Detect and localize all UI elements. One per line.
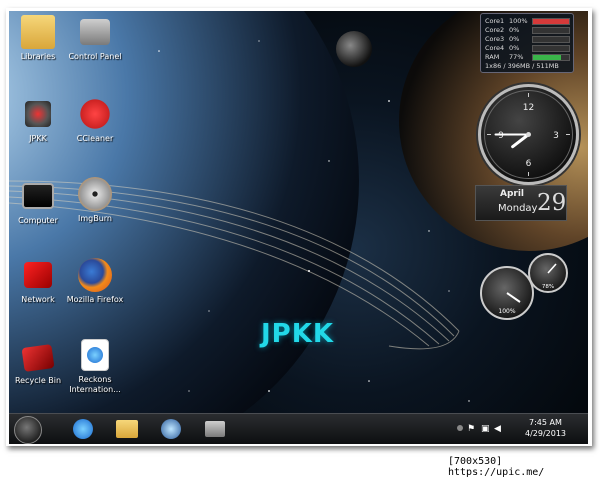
cpu-row-core2: Core2 0% [485,26,571,34]
cpu-row-core1: Core1 100% [485,17,571,25]
cpu-row-bar [532,36,570,43]
cpu-row-name: Core2 [485,26,505,34]
cpu-footer-text: 1x86 / 396MB / 511MB [485,62,559,70]
cpu-row-core3: Core3 0% [485,35,571,43]
desktop-icon-control-panel[interactable]: Control Panel [60,15,130,62]
cpu-row-value: 100% [509,17,528,25]
desktop-icon-firefox[interactable]: Mozilla Firefox [60,258,130,305]
desktop[interactable]: Libraries Control Panel JPKK CCleaner Co… [9,11,588,443]
clock-face: 12 3 6 9 [484,90,573,179]
cpu-row-value: 0% [509,35,520,43]
desktop-icon-ccleaner[interactable]: CCleaner [60,97,130,144]
clock-hour-hand [511,133,530,149]
internet-explorer-shortcut-icon [81,339,109,371]
desktop-icon-label: Reckons Internation... [69,375,121,394]
cpu-row-bar [532,18,570,25]
cpu-row-bar-fill [533,55,561,60]
cpu-row-value: 77% [509,53,524,61]
desktop-icon-label: ImgBurn [77,214,112,223]
cpu-row-name: Core4 [485,44,505,52]
cpu-row-ram: RAM 77% [485,53,571,61]
cpu-row-bar-fill [533,19,569,24]
taskbar-pin-control-panel[interactable] [195,417,235,441]
taskbar-clock-time[interactable]: 7:45 AM [529,418,562,427]
control-panel-icon [80,19,110,45]
calendar-day: 29 [537,190,567,216]
cpu-row-bar [532,27,570,34]
desktop-icon-label: CCleaner [76,134,114,143]
volume-icon[interactable]: ◀ [494,424,501,434]
imgburn-icon [78,177,112,211]
cpu-row-value: 0% [509,44,520,52]
wallpaper-jpkk-text: JPKK [261,319,335,349]
internet-explorer-icon [73,419,93,439]
desktop-icon-reckons-internation[interactable]: Reckons Internation... [60,337,130,395]
cpu-row-bar [532,45,570,52]
calendar-weekday: Monday [498,203,538,214]
taskbar-pin-media-player[interactable] [151,417,191,441]
ccleaner-icon [78,97,112,131]
taskbar-pin-explorer[interactable] [107,417,147,441]
cpu-meter-gadget[interactable]: 100% 78% [476,250,576,322]
ram-gauge-value: 78% [542,284,554,290]
cpu-row-name: RAM [485,53,500,61]
calendar-gadget[interactable]: April Monday 29 [475,185,567,221]
network-tray-icon[interactable]: ▣ [481,424,490,434]
small-moon [336,31,372,67]
firefox-icon [78,258,112,292]
taskbar-pin-internet-explorer[interactable] [63,417,103,441]
jpkk-app-icon [25,101,51,127]
control-panel-icon [205,421,225,437]
cpu-row-name: Core1 [485,17,505,25]
cpu-gauge-value: 100% [498,308,515,315]
action-center-flag-icon[interactable]: ⚑ [467,424,475,434]
cpu-row-bar [532,54,570,61]
cpu-row-name: Core3 [485,35,505,43]
clock-numeral-6: 6 [526,159,532,169]
recycle-bin-icon [21,344,55,372]
cpu-row-value: 0% [509,26,520,34]
cpu-row-core4: Core4 0% [485,44,571,52]
cpu-usage-gadget[interactable]: Core1 100% Core2 0% Core3 0% Core4 0% RA… [480,13,574,73]
taskbar-clock-date[interactable]: 4/29/2013 [525,429,566,438]
explorer-folder-icon [116,420,138,438]
analog-clock-gadget[interactable]: 12 3 6 9 [478,84,579,185]
calendar-month: April [500,189,525,199]
start-button[interactable] [14,416,42,444]
desktop-icon-label: Control Panel [68,52,122,61]
clock-numeral-12: 12 [523,103,534,113]
image-watermark: [700x530] https://upic.me/ [448,456,545,478]
desktop-icon-imgburn[interactable]: ImgBurn [60,177,130,224]
clock-numeral-9: 9 [498,131,504,141]
computer-icon [22,183,54,209]
show-hidden-icons-icon[interactable] [457,425,463,431]
clock-numeral-3: 3 [553,131,559,141]
media-player-icon [161,419,181,439]
cpu-footer: 1x86 / 396MB / 511MB [485,62,571,70]
system-tray: ⚑ ▣ ◀ 7:45 AM 4/29/2013 [457,418,585,441]
taskbar: ⚑ ▣ ◀ 7:45 AM 4/29/2013 [9,413,588,444]
folder-icon [21,15,55,49]
desktop-icon-label: Mozilla Firefox [66,295,124,304]
network-icon [24,262,52,288]
